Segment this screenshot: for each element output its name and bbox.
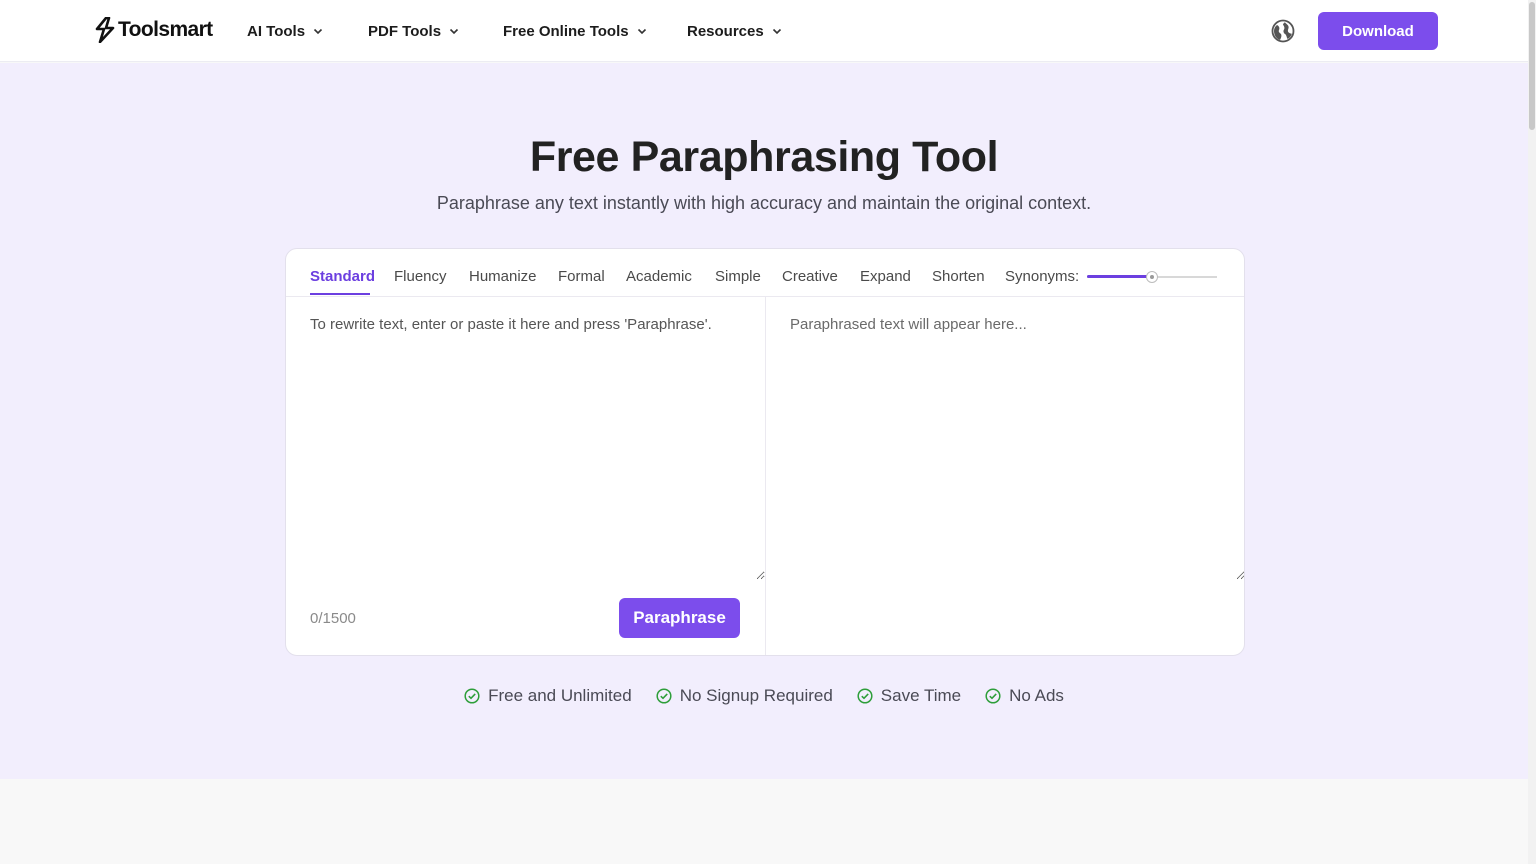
feature-label: No Ads (1009, 686, 1064, 705)
output-text-area[interactable] (766, 298, 1244, 580)
tab-expand[interactable]: Expand (860, 268, 911, 285)
feature-item: No Ads (985, 686, 1064, 706)
nav-label: Free Online Tools (503, 22, 629, 40)
nav-label: PDF Tools (368, 22, 442, 40)
brand-name: Toolsmart (118, 18, 213, 41)
toolsmart-logo[interactable]: Toolsmart (94, 16, 213, 44)
feature-label: Free and Unlimited (488, 686, 632, 705)
page-title: Free Paraphrasing Tool (529, 133, 999, 181)
tab-formal[interactable]: Formal (558, 268, 605, 285)
scrollbar-thumb[interactable] (1529, 2, 1535, 130)
nav-resources[interactable]: Resources (687, 0, 782, 62)
nav-pdf-tools[interactable]: PDF Tools (368, 0, 459, 62)
slider-thumb[interactable] (1146, 271, 1158, 283)
synonyms-slider[interactable] (1087, 271, 1217, 283)
chevron-down-icon (772, 28, 781, 35)
feature-item: No Signup Required (656, 686, 833, 706)
synonyms-label: Synonyms: (1005, 268, 1080, 285)
page-subtitle: Paraphrase any text instantly with high … (436, 193, 1092, 213)
logo-mark-icon (95, 17, 115, 43)
check-circle-icon (656, 688, 672, 704)
tab-shorten[interactable]: Shorten (932, 268, 985, 285)
nav-ai-tools[interactable]: AI Tools (247, 0, 323, 62)
feature-item: Save Time (857, 686, 961, 706)
active-tab-indicator (310, 293, 370, 295)
input-text-area[interactable] (286, 298, 765, 580)
check-circle-icon (857, 688, 873, 704)
feature-label: Save Time (880, 686, 962, 705)
feature-label: No Signup Required (679, 686, 833, 705)
slider-fill (1087, 275, 1152, 278)
tab-fluency[interactable]: Fluency (394, 268, 447, 285)
check-circle-icon (985, 688, 1001, 704)
chevron-down-icon (313, 28, 323, 35)
chevron-down-icon (449, 28, 459, 35)
character-counter: 0/1500 (310, 610, 356, 627)
nav-label: AI Tools (247, 22, 306, 40)
tab-creative[interactable]: Creative (782, 268, 838, 285)
tab-humanize[interactable]: Humanize (469, 268, 537, 285)
mode-tabs: Standard Fluency Humanize Formal Academi… (286, 249, 1244, 297)
paraphrase-button[interactable]: Paraphrase (619, 598, 740, 638)
feature-item: Free and Unlimited (464, 686, 632, 706)
nav-label: Resources (687, 22, 764, 40)
check-circle-icon (464, 688, 480, 704)
tab-academic[interactable]: Academic (626, 268, 692, 285)
download-button[interactable]: Download (1318, 12, 1438, 50)
paraphrase-tool-card: Standard Fluency Humanize Formal Academi… (285, 248, 1245, 656)
nav-free-online-tools[interactable]: Free Online Tools (503, 0, 647, 62)
tab-standard[interactable]: Standard (310, 268, 375, 285)
tab-simple[interactable]: Simple (715, 268, 761, 285)
chevron-down-icon (637, 28, 646, 35)
globe-icon[interactable] (1271, 19, 1295, 43)
top-navigation-bar: Toolsmart AI Tools PDF Tools Free Online… (0, 0, 1528, 62)
feature-list: Free and Unlimited No Signup Required Sa… (0, 686, 1528, 706)
